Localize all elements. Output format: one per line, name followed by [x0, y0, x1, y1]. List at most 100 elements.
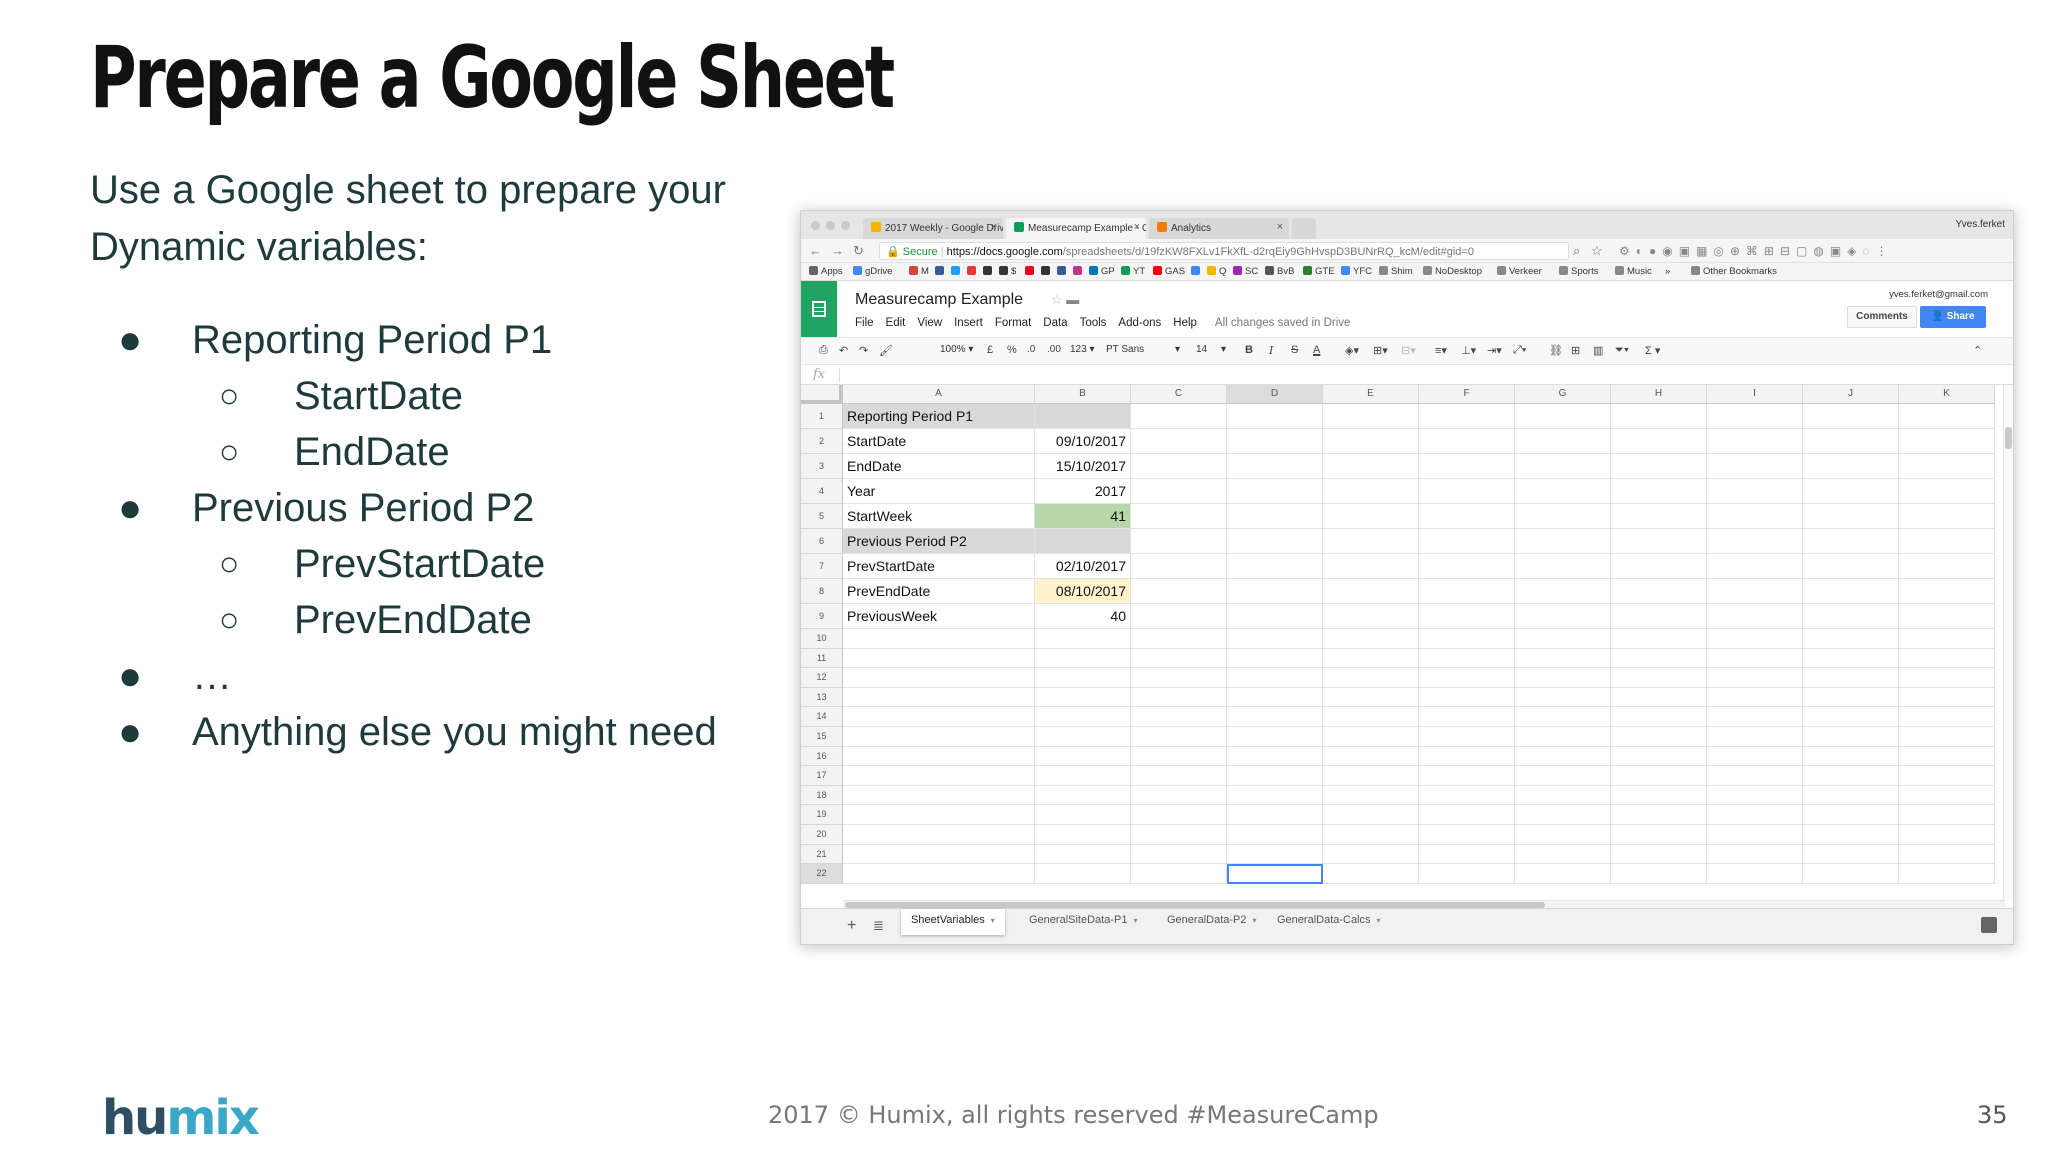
- grid-cell[interactable]: [1323, 554, 1419, 579]
- grid-cell[interactable]: [1419, 404, 1515, 429]
- star-folder-icons[interactable]: ☆ ▬: [1051, 292, 1079, 308]
- grid-cell[interactable]: [1515, 648, 1611, 669]
- back-icon[interactable]: ←: [809, 243, 822, 258]
- grid-cell[interactable]: [1419, 604, 1515, 629]
- grid-cell[interactable]: [1803, 648, 1899, 669]
- grid-cell[interactable]: [1419, 668, 1515, 688]
- row-header[interactable]: 12: [801, 668, 843, 688]
- merge-cells-icon[interactable]: ⊟▾: [1401, 344, 1416, 357]
- grid-cell[interactable]: [1707, 554, 1803, 579]
- grid-cell[interactable]: [1803, 429, 1899, 454]
- grid-cell[interactable]: [1611, 707, 1707, 727]
- insert-chart-icon[interactable]: ▥: [1593, 344, 1603, 357]
- grid-cell[interactable]: [1419, 746, 1515, 767]
- add-sheet-icon[interactable]: +: [847, 917, 856, 935]
- grid-cell[interactable]: [1227, 554, 1323, 579]
- grid-cell[interactable]: [1131, 629, 1227, 649]
- grid-cell[interactable]: [1323, 785, 1419, 806]
- horizontal-align-icon[interactable]: ≡▾: [1435, 344, 1447, 357]
- row-header[interactable]: 13: [801, 687, 843, 708]
- zoom-icon[interactable]: ⌕: [1573, 243, 1580, 259]
- grid-cell[interactable]: [1131, 864, 1227, 884]
- vertical-scrollbar[interactable]: [2003, 385, 2013, 900]
- currency-format-button[interactable]: £: [987, 344, 993, 356]
- grid-cell[interactable]: [1131, 479, 1227, 504]
- sheets-logo-icon[interactable]: [801, 281, 837, 337]
- increase-decimal-button[interactable]: .00: [1047, 344, 1061, 355]
- grid-cell[interactable]: [1515, 805, 1611, 825]
- grid-cell[interactable]: [1515, 454, 1611, 479]
- close-tab-icon[interactable]: ×: [991, 221, 997, 233]
- bookmark-item[interactable]: [1057, 266, 1069, 277]
- sheet-tab[interactable]: GeneralData-Calcs ▾: [1267, 909, 1391, 935]
- grid-cell[interactable]: [1611, 746, 1707, 767]
- grid-cell[interactable]: [1515, 479, 1611, 504]
- row-header[interactable]: 22: [801, 864, 843, 884]
- grid-cell[interactable]: [1803, 604, 1899, 629]
- grid-cell[interactable]: 08/10/2017: [1035, 579, 1131, 604]
- formula-bar[interactable]: fx: [801, 365, 2013, 385]
- grid-cell[interactable]: [1515, 707, 1611, 727]
- grid-cell[interactable]: [1323, 629, 1419, 649]
- grid-cell[interactable]: [1131, 844, 1227, 865]
- grid-cell[interactable]: [1611, 648, 1707, 669]
- bookmark-item[interactable]: SC: [1233, 266, 1258, 277]
- grid-cell[interactable]: [1323, 727, 1419, 747]
- browser-tab[interactable]: 2017 Weekly - Google Drive ×: [863, 218, 1003, 239]
- grid-cell[interactable]: [1419, 766, 1515, 786]
- grid-cell[interactable]: [1323, 844, 1419, 865]
- grid-cell[interactable]: [1515, 604, 1611, 629]
- grid-cell[interactable]: [1131, 766, 1227, 786]
- grid-cell[interactable]: [1323, 479, 1419, 504]
- grid-cell[interactable]: [1611, 604, 1707, 629]
- user-email[interactable]: yves.ferket@gmail.com: [1889, 289, 1988, 300]
- grid-cell[interactable]: [1707, 785, 1803, 806]
- grid-cell[interactable]: [1227, 844, 1323, 865]
- grid-cell[interactable]: [1515, 529, 1611, 554]
- vertical-align-icon[interactable]: ⊥▾: [1461, 344, 1476, 357]
- grid-cell[interactable]: [1515, 668, 1611, 688]
- grid-cell[interactable]: [1323, 504, 1419, 529]
- grid-cell[interactable]: [1803, 825, 1899, 845]
- grid-cell[interactable]: [1227, 746, 1323, 767]
- menu-view[interactable]: View: [917, 317, 942, 329]
- grid-cell[interactable]: [1515, 825, 1611, 845]
- grid-cell[interactable]: [843, 648, 1035, 669]
- text-rotation-icon[interactable]: ⤢▾: [1513, 344, 1526, 357]
- print-icon[interactable]: ⎙: [819, 344, 828, 357]
- grid-cell[interactable]: [1707, 648, 1803, 669]
- sheet-tab-menu-icon[interactable]: ▾: [1133, 916, 1137, 925]
- grid-cell[interactable]: [1419, 479, 1515, 504]
- grid-cell[interactable]: [1899, 766, 1995, 786]
- grid-cell[interactable]: [1899, 707, 1995, 727]
- grid-cell[interactable]: 15/10/2017: [1035, 454, 1131, 479]
- bookmark-item[interactable]: Shim: [1379, 266, 1413, 277]
- share-button[interactable]: 👤 Share: [1920, 306, 1986, 328]
- grid-cell[interactable]: [1803, 479, 1899, 504]
- grid-cell[interactable]: Reporting Period P1: [843, 404, 1035, 429]
- grid-cell[interactable]: [1131, 785, 1227, 806]
- number-format-select[interactable]: 123 ▾: [1065, 342, 1100, 360]
- bookmark-item[interactable]: [983, 266, 995, 277]
- grid-cell[interactable]: [1419, 707, 1515, 727]
- grid-cell[interactable]: [1323, 579, 1419, 604]
- grid-cell[interactable]: [1323, 648, 1419, 669]
- grid-cell[interactable]: [1707, 429, 1803, 454]
- grid-cell[interactable]: [843, 844, 1035, 865]
- grid-cell[interactable]: [1227, 429, 1323, 454]
- row-header[interactable]: 5: [801, 504, 843, 529]
- grid-cell[interactable]: [1131, 727, 1227, 747]
- grid-cell[interactable]: [1419, 805, 1515, 825]
- grid-cell[interactable]: PreviousWeek: [843, 604, 1035, 629]
- grid-cell[interactable]: [1131, 707, 1227, 727]
- grid-cell[interactable]: [1707, 746, 1803, 767]
- grid-cell[interactable]: [1323, 404, 1419, 429]
- grid-cell[interactable]: [1899, 825, 1995, 845]
- grid-cell[interactable]: [1803, 746, 1899, 767]
- grid-cell[interactable]: [1515, 579, 1611, 604]
- row-header[interactable]: 8: [801, 579, 843, 604]
- row-header[interactable]: 17: [801, 766, 843, 786]
- grid-cell[interactable]: [1227, 454, 1323, 479]
- bookmark-item[interactable]: [1073, 266, 1085, 277]
- row-header[interactable]: 20: [801, 825, 843, 845]
